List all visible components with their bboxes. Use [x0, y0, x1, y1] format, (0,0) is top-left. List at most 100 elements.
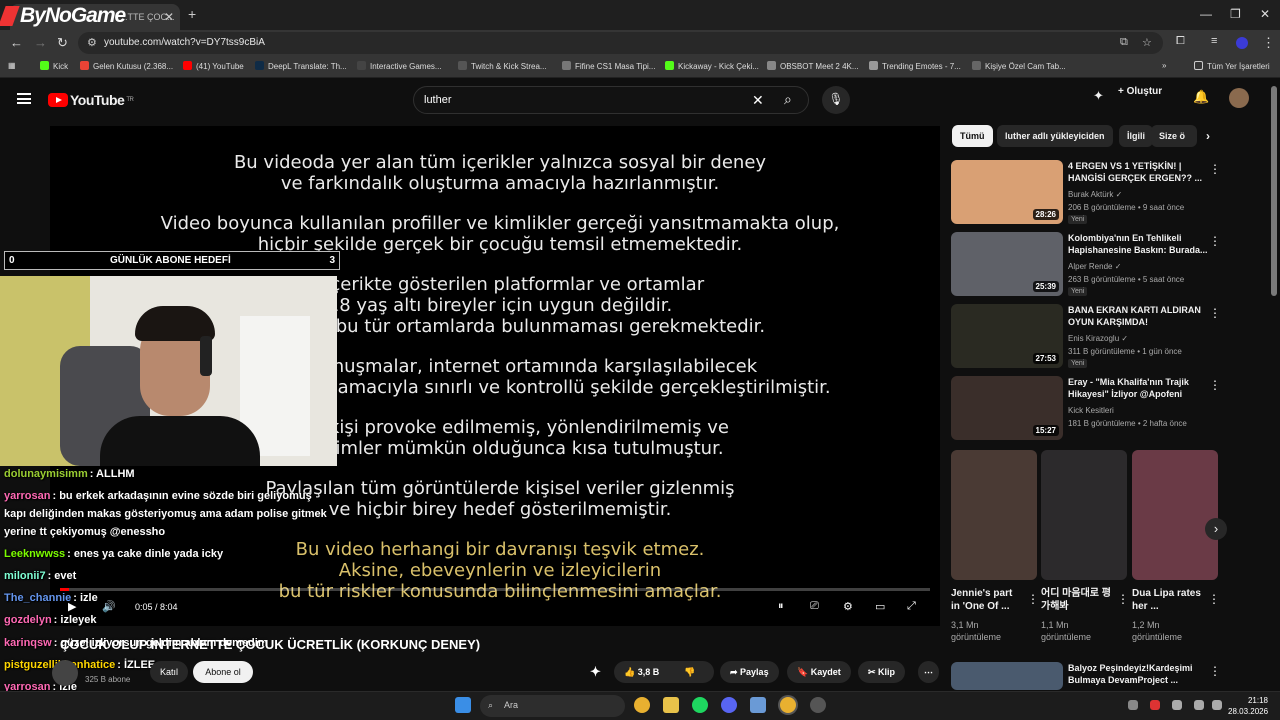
- recommendation-channel[interactable]: Kick Kesitleri: [1068, 406, 1114, 415]
- apps-icon[interactable]: ▦: [8, 61, 16, 70]
- more-options-icon[interactable]: ⋮: [1209, 162, 1221, 176]
- more-options-icon[interactable]: ⋮: [1117, 592, 1129, 606]
- chip-uploader[interactable]: luther adlı yükleyiciden: [997, 125, 1113, 147]
- join-button[interactable]: Katıl: [150, 661, 188, 683]
- reload-icon[interactable]: ↻: [57, 35, 68, 51]
- bookmark-item[interactable]: Kick: [40, 61, 68, 71]
- forward-icon[interactable]: →: [34, 35, 47, 50]
- chrome-active-icon[interactable]: [780, 697, 796, 713]
- bookmark-item[interactable]: (41) YouTube: [183, 61, 244, 71]
- install-icon[interactable]: ⧉: [1120, 36, 1128, 49]
- short-thumbnail[interactable]: [1041, 450, 1127, 580]
- bookmark-item[interactable]: Interactive Games...: [357, 61, 442, 71]
- user-avatar[interactable]: [1229, 88, 1249, 108]
- new-tab-icon[interactable]: +: [188, 6, 196, 22]
- search-icon[interactable]: ⌕: [784, 91, 792, 108]
- clear-search-icon[interactable]: ✕: [752, 92, 764, 109]
- settings-gear-icon[interactable]: ⚙: [843, 600, 853, 613]
- minimize-icon[interactable]: —: [1200, 7, 1212, 21]
- back-icon[interactable]: ←: [10, 35, 23, 50]
- bookmark-item[interactable]: DeepL Translate: Th...: [255, 61, 347, 71]
- autoplay-toggle-icon[interactable]: ⏸: [778, 600, 784, 613]
- cast-icon[interactable]: ✦: [1093, 88, 1104, 104]
- recommendation-thumbnail[interactable]: 27:53: [951, 304, 1063, 368]
- video-progress-bar[interactable]: [60, 588, 930, 591]
- search-input[interactable]: luther ✕ ⌕: [413, 86, 809, 114]
- recommendation-title[interactable]: BANA EKRAN KARTI ALDIRAN OYUN KARŞIMDA!: [1068, 304, 1208, 328]
- chip-all[interactable]: Tümü: [952, 125, 993, 147]
- short-thumbnail[interactable]: [1132, 450, 1218, 580]
- recommendation-title[interactable]: 4 ERGEN VS 1 YETİŞKİN! | HANGİSİ GERÇEK …: [1068, 160, 1208, 184]
- more-options-icon[interactable]: ⋮: [1208, 592, 1220, 606]
- save-button[interactable]: 🔖 Kaydet: [787, 661, 851, 683]
- subscribe-button[interactable]: Abone ol: [193, 661, 253, 683]
- close-window-icon[interactable]: ✕: [1260, 7, 1270, 21]
- recommendation-title[interactable]: Balyoz Peşindeyiz!Kardeşimi Bulmaya Deva…: [1068, 662, 1208, 686]
- dislike-icon[interactable]: 👎: [684, 667, 695, 678]
- recommendation-channel[interactable]: Burak Aktürk ✓: [1068, 190, 1122, 199]
- bookmark-item[interactable]: Twitch & Kick Strea...: [458, 61, 547, 71]
- recommendation-channel[interactable]: Alper Rende ✓: [1068, 262, 1121, 271]
- site-info-icon[interactable]: ⚙: [87, 36, 97, 49]
- chip-related[interactable]: İlgili: [1119, 125, 1153, 147]
- file-explorer-icon[interactable]: [663, 697, 679, 713]
- bookmark-item[interactable]: Fifine CS1 Masa Tipi...: [562, 61, 655, 71]
- volume-icon[interactable]: 🔊: [102, 600, 116, 613]
- recommendation-item[interactable]: 15:27 Eray - "Mia Khalifa'nın Trajik Hika…: [951, 376, 1221, 440]
- create-button[interactable]: + Oluştur: [1118, 86, 1162, 97]
- shorts-next-icon[interactable]: ›: [1205, 518, 1227, 540]
- hamburger-menu-icon[interactable]: [17, 93, 31, 104]
- recommendation-title[interactable]: Eray - "Mia Khalifa'nın Trajik Hikayesi"…: [1068, 376, 1208, 400]
- channel-avatar[interactable]: [52, 660, 78, 686]
- search-value[interactable]: luther: [424, 94, 452, 106]
- kebab-menu-icon[interactable]: ⋮: [1262, 35, 1275, 51]
- recommendation-item[interactable]: Balyoz Peşindeyiz!Kardeşimi Bulmaya Deva…: [951, 662, 1221, 690]
- bookmark-item[interactable]: Gelen Kutusu (2.368...: [80, 61, 173, 71]
- profile-icon[interactable]: [1236, 37, 1248, 49]
- maximize-icon[interactable]: ❐: [1230, 7, 1241, 21]
- share-button[interactable]: ➦ Paylaş: [720, 661, 779, 683]
- all-bookmarks[interactable]: Tüm Yer İşaretleri: [1194, 61, 1270, 71]
- obs-icon[interactable]: [810, 697, 826, 713]
- bynogame-icon[interactable]: ✦: [590, 661, 601, 683]
- more-options-icon[interactable]: ⋮: [1209, 306, 1221, 320]
- bookmark-item[interactable]: Kickaway - Kick Çeki...: [665, 61, 759, 71]
- bookmark-item[interactable]: Kişiye Özel Cam Tab...: [972, 61, 1066, 71]
- start-icon[interactable]: [455, 697, 471, 713]
- recommendation-thumbnail[interactable]: 15:27: [951, 376, 1063, 440]
- recommendation-channel[interactable]: Enis Kirazoglu ✓: [1068, 334, 1128, 343]
- recommendation-title[interactable]: Kolombiya'nın En Tehlikeli Hapishanesine…: [1068, 232, 1208, 256]
- close-tab-icon[interactable]: ✕: [164, 10, 174, 24]
- url-box[interactable]: ⚙ youtube.com/watch?v=DY7tss9cBiA ⧉ ☆: [78, 32, 1163, 54]
- discord-icon[interactable]: [721, 697, 737, 713]
- theater-mode-icon[interactable]: ▭: [875, 600, 885, 613]
- tray-icon[interactable]: [1150, 700, 1160, 710]
- tray-icon[interactable]: [1172, 700, 1182, 710]
- more-actions-icon[interactable]: ⋯: [918, 661, 939, 683]
- chevron-right-icon[interactable]: »: [1162, 61, 1166, 70]
- recommendation-thumbnail[interactable]: 28:26: [951, 160, 1063, 224]
- recommendation-thumbnail[interactable]: 25:39: [951, 232, 1063, 296]
- chips-next-icon[interactable]: ›: [1198, 125, 1218, 147]
- more-options-icon[interactable]: ⋮: [1209, 234, 1221, 248]
- app-icon[interactable]: [750, 697, 766, 713]
- more-options-icon[interactable]: ⋮: [1209, 664, 1221, 678]
- url-text[interactable]: youtube.com/watch?v=DY7tss9cBiA: [104, 37, 265, 48]
- bookmark-item[interactable]: OBSBOT Meet 2 4K...: [767, 61, 859, 71]
- youtube-logo[interactable]: YouTube TR: [48, 92, 134, 108]
- recommendation-item[interactable]: 25:39 Kolombiya'nın En Tehlikeli Hapishan…: [951, 232, 1221, 296]
- spotify-icon[interactable]: [692, 697, 708, 713]
- chrome-icon[interactable]: [634, 697, 650, 713]
- short-title[interactable]: 어디 마음대로 평가해봐: [1041, 587, 1111, 613]
- like-button[interactable]: 👍 3,8 B 👎: [614, 661, 714, 683]
- media-icon[interactable]: ≡: [1211, 35, 1217, 47]
- page-scrollbar[interactable]: [1271, 86, 1277, 296]
- chip-for-you[interactable]: Size ö: [1151, 125, 1197, 147]
- microphone-icon[interactable]: 🎙: [822, 86, 850, 114]
- recommendation-thumbnail[interactable]: [951, 662, 1063, 690]
- notifications-bell-icon[interactable]: 🔔: [1193, 89, 1209, 105]
- recommendation-item[interactable]: 27:53 BANA EKRAN KARTI ALDIRAN OYUN KARŞI…: [951, 304, 1221, 368]
- short-title[interactable]: Dua Lipa rates her ...: [1132, 587, 1202, 613]
- bookmark-star-icon[interactable]: ☆: [1142, 36, 1152, 49]
- taskbar-search[interactable]: ⌕ Ara: [480, 695, 625, 717]
